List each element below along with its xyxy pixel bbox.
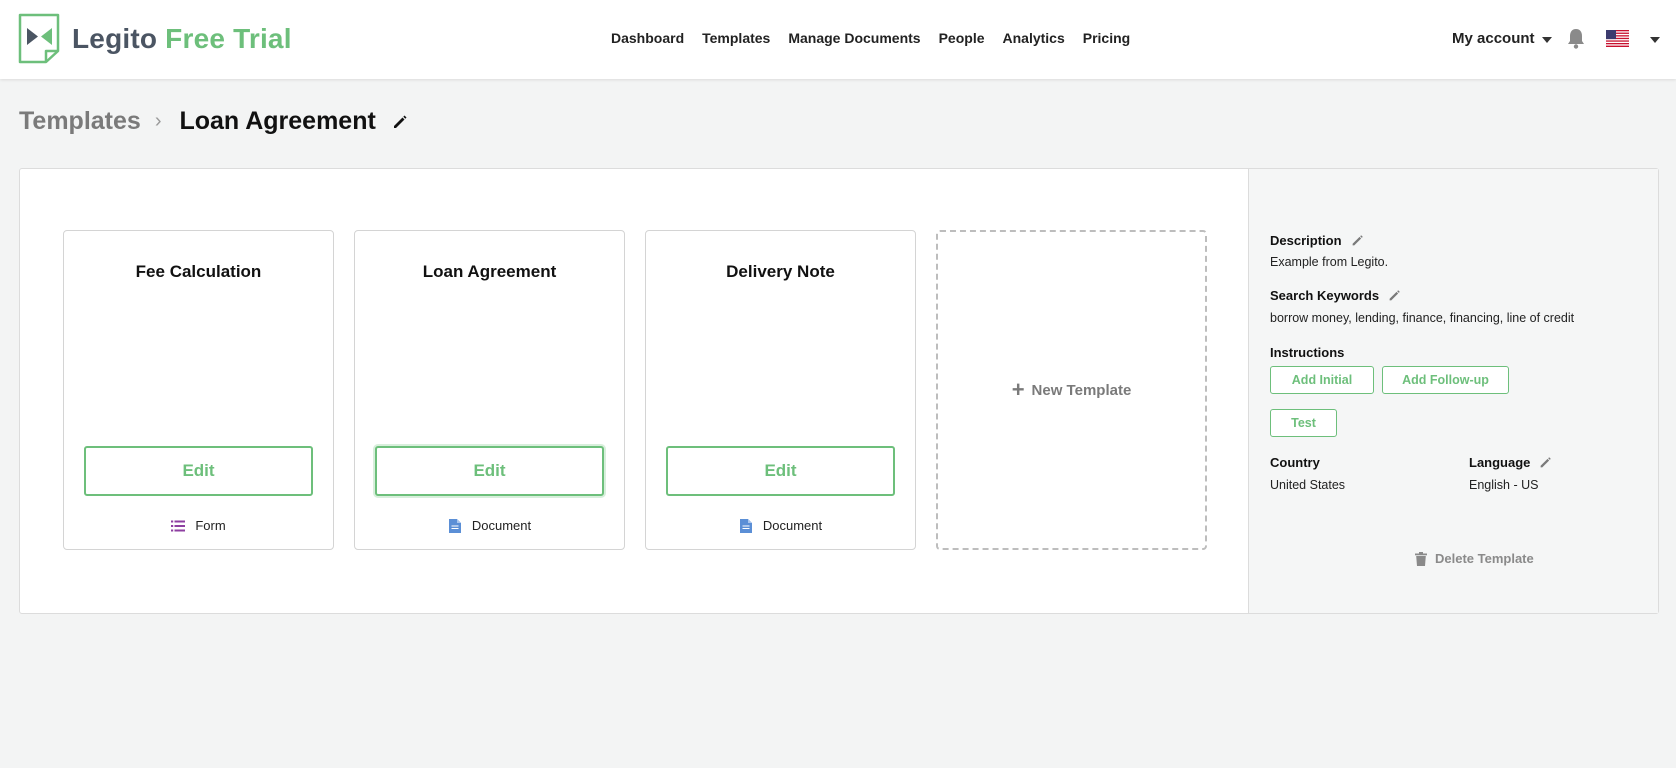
nav-analytics[interactable]: Analytics xyxy=(1003,30,1065,46)
nav-manage-documents[interactable]: Manage Documents xyxy=(788,30,920,46)
search-keywords-value: borrow money, lending, finance, financin… xyxy=(1270,311,1575,325)
form-list-icon xyxy=(171,520,186,531)
test-button[interactable]: Test xyxy=(1270,409,1337,437)
document-icon xyxy=(448,518,461,533)
description-value: Example from Legito. xyxy=(1270,255,1389,269)
main-nav: Dashboard Templates Manage Documents Peo… xyxy=(611,30,1130,46)
bell-icon[interactable] xyxy=(1566,27,1586,49)
template-details-sidebar: Description Example from Legito. Search … xyxy=(1248,169,1658,613)
instructions-label-text: Instructions xyxy=(1270,345,1345,360)
instructions-label: Instructions xyxy=(1270,345,1344,360)
template-cards: Fee Calculation Edit Form Loan Agreement… xyxy=(20,169,1248,613)
logo-text: Legito Free Trial xyxy=(72,22,292,54)
country-label-text: Country xyxy=(1270,455,1320,470)
add-initial-button[interactable]: Add Initial xyxy=(1270,366,1374,394)
card-title: Loan Agreement xyxy=(422,262,557,281)
language-chevron-down-icon[interactable] xyxy=(1650,37,1660,43)
us-flag-icon[interactable] xyxy=(1606,30,1629,47)
card-type: Form xyxy=(64,518,333,533)
edit-button[interactable]: Edit xyxy=(84,446,313,496)
nav-pricing[interactable]: Pricing xyxy=(1083,30,1130,46)
search-keywords-label-text: Search Keywords xyxy=(1270,288,1380,303)
edit-language-pencil-icon[interactable] xyxy=(1539,456,1552,469)
card-type-label: Document xyxy=(762,518,823,533)
breadcrumb-templates-link[interactable]: Templates xyxy=(19,107,141,136)
card-type-label: Document xyxy=(471,518,532,533)
add-follow-up-button[interactable]: Add Follow-up xyxy=(1382,366,1509,394)
delete-template-button[interactable]: Delete Template xyxy=(1415,551,1534,566)
logo-brand: Legito xyxy=(72,22,158,54)
my-account-dropdown[interactable]: My account xyxy=(1452,30,1552,47)
nav-people[interactable]: People xyxy=(939,30,985,46)
top-navbar: Legito Free Trial Dashboard Templates Ma… xyxy=(0,0,1676,79)
nav-templates[interactable]: Templates xyxy=(702,30,770,46)
country-label: Country xyxy=(1270,455,1320,470)
edit-keywords-pencil-icon[interactable] xyxy=(1388,289,1401,302)
logo-trial: Free Trial xyxy=(165,22,292,54)
card-type: Document xyxy=(646,518,915,533)
description-label: Description xyxy=(1270,233,1364,248)
new-template-label: New Template xyxy=(1031,381,1132,399)
chevron-right-icon: › xyxy=(154,110,162,132)
plus-icon: + xyxy=(1011,377,1025,402)
delete-template-label: Delete Template xyxy=(1435,551,1534,566)
logo[interactable]: Legito Free Trial xyxy=(18,13,292,64)
edit-description-pencil-icon[interactable] xyxy=(1351,234,1364,247)
card-type: Document xyxy=(355,518,624,533)
edit-button[interactable]: Edit xyxy=(666,446,895,496)
description-label-text: Description xyxy=(1270,233,1342,248)
edit-title-pencil-icon[interactable] xyxy=(392,114,408,130)
page-title: Loan Agreement xyxy=(179,107,376,135)
template-set-panel: Fee Calculation Edit Form Loan Agreement… xyxy=(19,168,1659,614)
language-value: English - US xyxy=(1469,478,1539,492)
template-card-fee-calculation: Fee Calculation Edit Form xyxy=(63,230,334,550)
legito-logo-icon xyxy=(18,13,60,64)
card-title: Fee Calculation xyxy=(135,262,262,281)
edit-button[interactable]: Edit xyxy=(375,446,604,496)
search-keywords-label: Search Keywords xyxy=(1270,288,1401,303)
nav-dashboard[interactable]: Dashboard xyxy=(611,30,684,46)
trash-icon xyxy=(1415,551,1427,566)
language-label-text: Language xyxy=(1469,455,1531,470)
new-template-card[interactable]: + New Template xyxy=(936,230,1207,550)
card-type-label: Form xyxy=(195,518,226,533)
chevron-down-icon xyxy=(1541,36,1552,43)
my-account-label: My account xyxy=(1452,30,1535,47)
document-icon xyxy=(739,518,752,533)
card-title: Delivery Note xyxy=(726,262,835,281)
breadcrumb: Templates › Loan Agreement xyxy=(19,107,408,136)
template-card-loan-agreement: Loan Agreement Edit Document xyxy=(354,230,625,550)
country-value: United States xyxy=(1270,478,1346,492)
language-label: Language xyxy=(1469,455,1552,470)
template-card-delivery-note: Delivery Note Edit Document xyxy=(645,230,916,550)
